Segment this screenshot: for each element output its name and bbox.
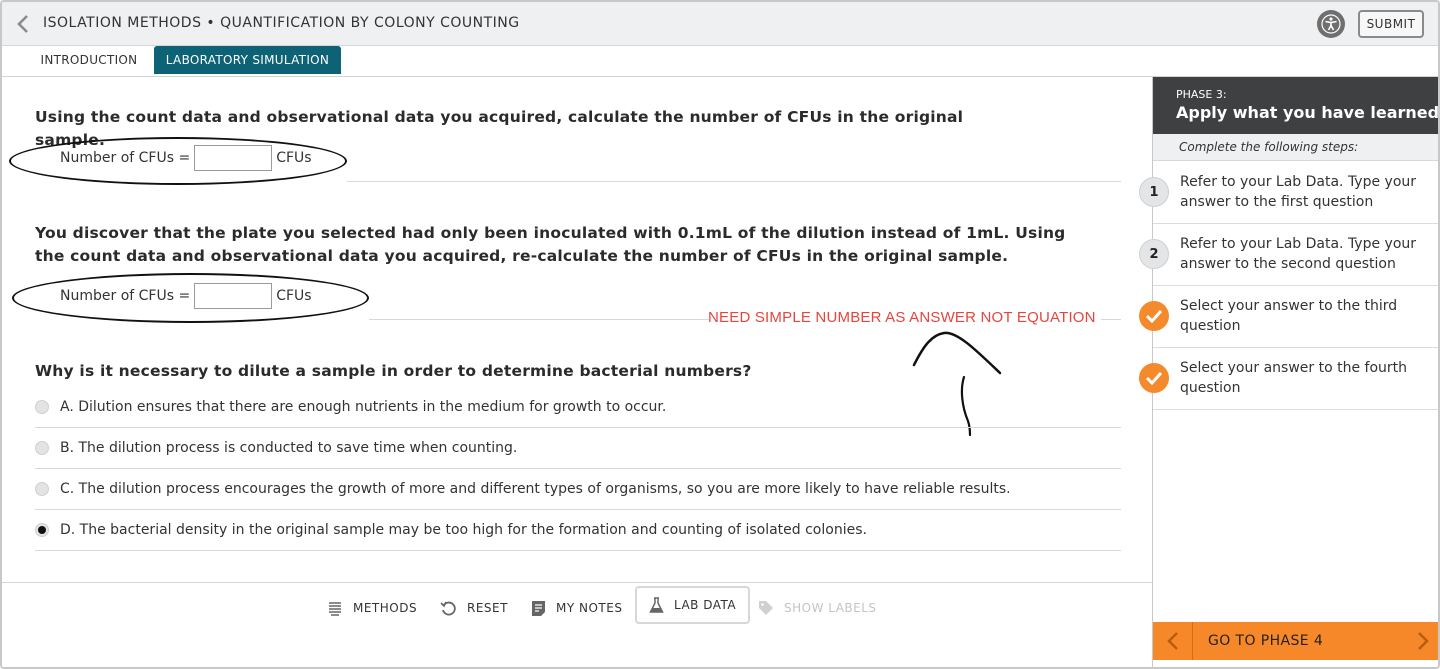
app-window: ISOLATION METHODS • QUANTIFICATION BY CO… bbox=[0, 0, 1440, 669]
go-to-phase-4-button[interactable]: GO TO PHASE 4 bbox=[1208, 622, 1323, 660]
reset-label: RESET bbox=[467, 601, 508, 615]
show-labels-button[interactable]: SHOW LABELS bbox=[758, 591, 877, 625]
step-number: 1 bbox=[1139, 177, 1169, 207]
reset-button[interactable]: RESET bbox=[440, 591, 508, 625]
cfu-field-label: Number of CFUs = bbox=[60, 288, 191, 304]
cfu-field-label: Number of CFUs = bbox=[60, 150, 191, 166]
option-label: B. The dilution process is conducted to … bbox=[60, 440, 518, 456]
radio-button[interactable] bbox=[35, 482, 49, 496]
methods-label: METHODS bbox=[353, 601, 418, 615]
step-text: Refer to your Lab Data. Type your answer… bbox=[1180, 236, 1417, 272]
option-label: D. The bacterial density in the original… bbox=[60, 522, 867, 538]
option-label: A. Dilution ensures that there are enoug… bbox=[60, 399, 667, 415]
answer-option-b[interactable]: B. The dilution process is conducted to … bbox=[35, 428, 1121, 468]
question-3-text: Why is it necessary to dilute a sample i… bbox=[35, 362, 752, 380]
radio-button-selected[interactable] bbox=[35, 523, 49, 537]
question-1-answer-row: Number of CFUs = CFUs bbox=[60, 145, 312, 171]
cfu-unit: CFUs bbox=[276, 150, 312, 166]
question-2-answer-row: Number of CFUs = CFUs bbox=[60, 283, 312, 309]
notes-icon bbox=[531, 600, 546, 617]
divider bbox=[35, 550, 1121, 551]
phase-navigation: GO TO PHASE 4 bbox=[1153, 622, 1438, 660]
main-content: Using the count data and observational d… bbox=[2, 77, 1152, 667]
reset-icon bbox=[440, 600, 457, 617]
lab-data-button[interactable]: LAB DATA bbox=[635, 586, 751, 624]
divider bbox=[347, 181, 1121, 182]
phase-header: PHASE 3: Apply what you have learned bbox=[1153, 77, 1440, 134]
answer-option-c[interactable]: C. The dilution process encourages the g… bbox=[35, 469, 1121, 509]
accessibility-button[interactable] bbox=[1317, 10, 1345, 38]
methods-button[interactable]: METHODS bbox=[327, 591, 417, 625]
option-label: C. The dilution process encourages the g… bbox=[60, 481, 1011, 497]
divider bbox=[1101, 319, 1121, 320]
chevron-left-icon bbox=[1166, 632, 1178, 650]
chevron-right-icon bbox=[1418, 632, 1429, 650]
cfu-input-2[interactable] bbox=[194, 283, 273, 309]
tab-laboratory-simulation[interactable]: LABORATORY SIMULATION bbox=[154, 46, 341, 74]
lab-data-label: LAB DATA bbox=[674, 598, 737, 612]
step-text: Select your answer to the third question bbox=[1180, 298, 1398, 334]
step-item-4[interactable]: Select your answer to the fourth questio… bbox=[1139, 348, 1438, 410]
previous-phase-button[interactable] bbox=[1153, 622, 1193, 660]
cfu-input-1[interactable] bbox=[194, 145, 273, 171]
tab-introduction[interactable]: INTRODUCTION bbox=[29, 46, 149, 74]
step-item-1[interactable]: 1 Refer to your Lab Data. Type your answ… bbox=[1139, 162, 1438, 224]
phase-label: PHASE 3: bbox=[1176, 88, 1227, 101]
step-item-3[interactable]: Select your answer to the third question bbox=[1139, 286, 1438, 348]
show-labels-label: SHOW LABELS bbox=[784, 601, 877, 615]
bottom-toolbar: METHODS RESET MY NOTES LAB DATA SHOW LAB… bbox=[2, 582, 1152, 667]
phase-side-panel: PHASE 3: Apply what you have learned Com… bbox=[1139, 77, 1440, 667]
annotation-note: NEED SIMPLE NUMBER AS ANSWER NOT EQUATIO… bbox=[708, 309, 1096, 326]
accessibility-icon bbox=[1321, 14, 1341, 34]
my-notes-button[interactable]: MY NOTES bbox=[531, 591, 622, 625]
flask-icon bbox=[649, 596, 664, 614]
step-number: 2 bbox=[1139, 239, 1169, 269]
back-button[interactable] bbox=[12, 12, 34, 36]
checkmark-icon bbox=[1139, 363, 1169, 393]
checkmark-icon bbox=[1139, 301, 1169, 331]
divider bbox=[369, 319, 709, 320]
page-title: ISOLATION METHODS • QUANTIFICATION BY CO… bbox=[43, 15, 520, 31]
top-bar: ISOLATION METHODS • QUANTIFICATION BY CO… bbox=[2, 2, 1438, 46]
steps-intro: Complete the following steps: bbox=[1153, 134, 1438, 161]
answer-option-d[interactable]: D. The bacterial density in the original… bbox=[35, 510, 1121, 550]
my-notes-label: MY NOTES bbox=[556, 601, 623, 615]
tab-bar: INTRODUCTION LABORATORY SIMULATION bbox=[2, 46, 1438, 77]
tag-icon bbox=[758, 600, 774, 616]
list-icon bbox=[327, 600, 343, 616]
step-text: Select your answer to the fourth questio… bbox=[1180, 360, 1408, 396]
phase-title: Apply what you have learned bbox=[1176, 103, 1440, 122]
submit-button[interactable]: SUBMIT bbox=[1358, 10, 1424, 38]
cfu-unit: CFUs bbox=[276, 288, 312, 304]
step-text: Refer to your Lab Data. Type your answer… bbox=[1180, 174, 1417, 210]
next-phase-button[interactable] bbox=[1411, 622, 1435, 660]
chevron-left-icon bbox=[17, 15, 28, 33]
radio-button[interactable] bbox=[35, 441, 49, 455]
question-2-text: You discover that the plate you selected… bbox=[35, 224, 1066, 265]
step-item-2[interactable]: 2 Refer to your Lab Data. Type your answ… bbox=[1139, 224, 1438, 286]
answer-option-a[interactable]: A. Dilution ensures that there are enoug… bbox=[35, 387, 1121, 427]
radio-button[interactable] bbox=[35, 400, 49, 414]
